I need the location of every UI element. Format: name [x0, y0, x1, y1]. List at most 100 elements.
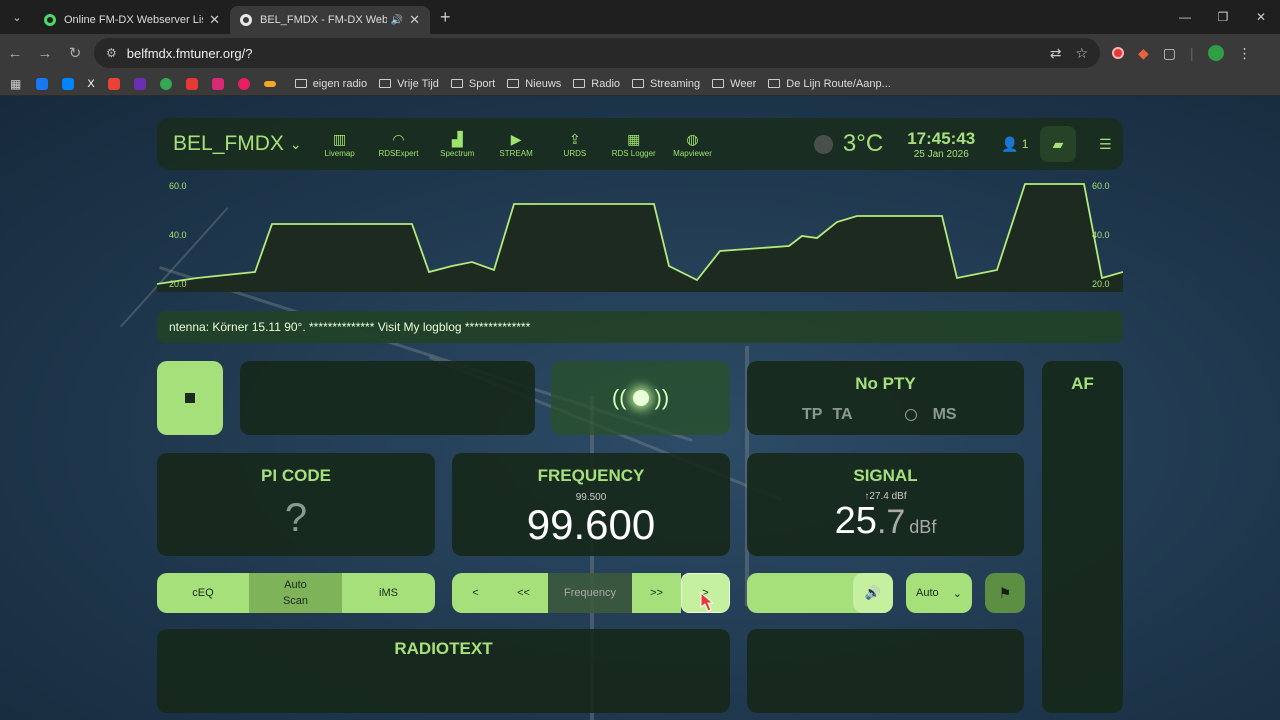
- chat-button[interactable]: ▰: [1040, 126, 1076, 162]
- kahoot-icon[interactable]: [133, 77, 146, 90]
- nav-mapviewer[interactable]: ◍ Mapviewer: [663, 131, 722, 158]
- table-icon: ▦: [627, 130, 641, 147]
- pty-label: No PTY: [855, 374, 916, 393]
- folder-icon: [379, 79, 392, 88]
- bookmark-nieuws[interactable]: Nieuws: [507, 78, 561, 90]
- bookmarks-bar: ▦ X eigen radio Vrije Tijd Sport Nieuws …: [0, 72, 1280, 96]
- translate-icon[interactable]: ⇄: [1050, 45, 1062, 62]
- nav-urds[interactable]: ⇪ URDS: [545, 131, 604, 158]
- instagram-icon[interactable]: [211, 77, 224, 90]
- gmail-icon[interactable]: [107, 77, 120, 90]
- tune-down-fast-button[interactable]: <<: [499, 573, 548, 613]
- extension-icon[interactable]: ◆: [1138, 45, 1149, 62]
- frequency-input[interactable]: Frequency: [548, 573, 632, 613]
- signal-value: 25.7 dBf: [834, 500, 937, 542]
- webserver-page: BEL_FMDX ⌄ ▥ Livemap ◠ RDSExpert ▟ Spectrum…: [0, 96, 1280, 720]
- tab-title: Online FM-DX Webserver List: [64, 14, 204, 26]
- nav-spectrum[interactable]: ▟ Spectrum: [428, 131, 487, 158]
- maps-icon[interactable]: [159, 77, 172, 90]
- bookmark-vrije-tijd[interactable]: Vrije Tijd: [379, 78, 439, 90]
- x-icon[interactable]: X: [87, 78, 94, 90]
- url-text[interactable]: belfmdx.fmtuner.org/?: [127, 46, 1036, 61]
- graph-right-label: 60.0: [1092, 181, 1110, 191]
- tune-down-button[interactable]: <: [452, 573, 499, 613]
- clock: 17:45:43 25 Jan 2026: [907, 129, 975, 160]
- pi-code-value: ?: [284, 496, 308, 540]
- site-info-icon[interactable]: ⚙: [106, 46, 117, 60]
- nav-stream[interactable]: ▶ STREAM: [487, 131, 546, 158]
- s-icon[interactable]: [185, 77, 198, 90]
- folder-icon: [573, 79, 586, 88]
- new-tab-button[interactable]: +: [440, 7, 451, 28]
- broadcast-icon: ((: [611, 385, 627, 410]
- ceq-button[interactable]: cEQ: [157, 573, 249, 613]
- restore-icon[interactable]: ❐: [1204, 10, 1242, 24]
- ims-button[interactable]: iMS: [342, 573, 435, 613]
- close-tab-icon[interactable]: ✕: [209, 12, 220, 28]
- antenna-auto-select[interactable]: Auto ⌄: [906, 573, 972, 613]
- close-tab-icon[interactable]: ✕: [409, 12, 420, 28]
- close-window-icon[interactable]: ✕: [1242, 10, 1280, 24]
- upload-icon: ⇪: [569, 130, 581, 147]
- facebook-icon[interactable]: [36, 77, 49, 90]
- tuning-controls: < << Frequency >> >: [452, 573, 730, 613]
- tune-up-fast-button[interactable]: >>: [632, 573, 681, 613]
- folder-icon: [632, 79, 645, 88]
- bookmark-eigen-radio[interactable]: eigen radio: [294, 78, 367, 90]
- station-selector[interactable]: BEL_FMDX ⌄: [173, 132, 310, 156]
- forward-icon[interactable]: →: [30, 45, 60, 62]
- top-header: BEL_FMDX ⌄ ▥ Livemap ◠ RDSExpert ▟ Spectrum…: [157, 118, 1123, 170]
- bookmark-radio[interactable]: Radio: [573, 78, 620, 90]
- back-icon[interactable]: ←: [0, 45, 30, 62]
- chevron-down-icon: ⌄: [952, 587, 962, 600]
- globe-icon: ◍: [686, 130, 699, 147]
- hamburger-icon: ☰: [1099, 135, 1112, 152]
- messenger-icon[interactable]: [62, 77, 75, 90]
- flag-button[interactable]: ⚑: [985, 573, 1025, 613]
- address-bar-row: ← → ↻ ⚙ belfmdx.fmtuner.org/? ⇄ ☆ ◆ ▢ | …: [0, 34, 1280, 72]
- stream-indicator[interactable]: (()): [551, 361, 730, 435]
- menu-button[interactable]: ☰: [1088, 126, 1123, 162]
- weather: 3°C: [813, 130, 884, 158]
- apps-grid-icon[interactable]: ▦: [10, 77, 21, 91]
- bookmark-star-icon[interactable]: ☆: [1075, 45, 1088, 62]
- nav-livemap[interactable]: ▥ Livemap: [310, 131, 369, 158]
- tab-search-button[interactable]: ⌄: [0, 0, 34, 34]
- stop-icon: [185, 393, 195, 403]
- volume-slider[interactable]: 🔊: [747, 573, 893, 613]
- bookmark-de-lijn[interactable]: De Lijn Route/Aanp...: [768, 78, 891, 90]
- omnibox[interactable]: ⚙ belfmdx.fmtuner.org/? ⇄ ☆: [94, 38, 1100, 68]
- stop-button[interactable]: [157, 361, 223, 435]
- profile-avatar[interactable]: [1207, 45, 1224, 61]
- bookmark-streaming[interactable]: Streaming: [632, 78, 700, 90]
- browser-tab-2[interactable]: BEL_FMDX - FM-DX Webserver 🔊 ✕: [230, 6, 430, 34]
- volume-icon[interactable]: 🔊: [853, 573, 893, 613]
- pi-code-panel: PI CODE ?: [157, 453, 435, 556]
- radiotext-panel: RADIOTEXT: [157, 629, 730, 713]
- bookmark-sport[interactable]: Sport: [450, 78, 495, 90]
- signal-title: SIGNAL: [853, 466, 918, 485]
- youtube-music-icon[interactable]: [237, 77, 250, 90]
- graph-left-label: 20.0: [169, 279, 187, 289]
- af-title: AF: [1071, 374, 1094, 393]
- speaker-icon[interactable]: 🔊: [391, 15, 403, 26]
- puzzle-icon[interactable]: ▢: [1163, 45, 1176, 62]
- nav-rdsexpert[interactable]: ◠ RDSExpert: [369, 131, 428, 158]
- more-menu-icon[interactable]: ⋮: [1238, 45, 1252, 62]
- tp-flag: TP: [802, 406, 823, 423]
- bookmark-weer[interactable]: Weer: [712, 78, 756, 90]
- mouse-cursor-icon: [700, 592, 714, 612]
- reload-icon[interactable]: ↻: [60, 44, 90, 62]
- minimize-icon[interactable]: —: [1166, 10, 1204, 24]
- map-icon: ▥: [333, 130, 347, 147]
- record-extension-icon[interactable]: [1112, 47, 1124, 59]
- eq-controls: cEQ Auto Scan iMS: [157, 573, 435, 613]
- browser-tab-1[interactable]: Online FM-DX Webserver List ✕: [34, 6, 230, 34]
- auto-scan-button[interactable]: Auto Scan: [249, 573, 342, 613]
- flag-icon[interactable]: [263, 80, 276, 87]
- signal-graph-svg: [156, 183, 1124, 292]
- nav-rds-logger[interactable]: ▦ RDS Logger: [604, 131, 663, 158]
- rds-flags: TP TA MS: [747, 406, 1024, 424]
- signal-panel: SIGNAL ↑27.4 dBf 25.7 dBf: [747, 453, 1024, 556]
- temperature: 3°C: [842, 130, 884, 157]
